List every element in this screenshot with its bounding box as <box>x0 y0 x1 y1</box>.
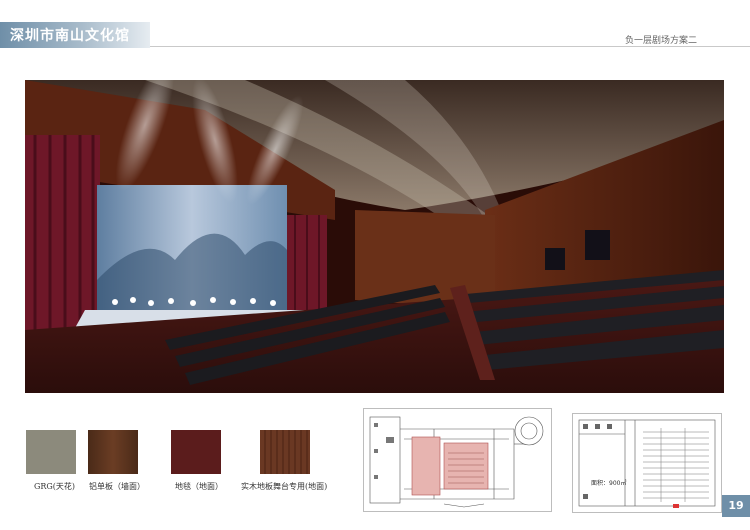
area-label: 面积：900㎡ <box>591 480 627 487</box>
theater-rendering <box>25 80 724 393</box>
material-swatch-aluminum <box>88 430 138 474</box>
material-label-carpet: 地毯（地面） <box>175 482 223 491</box>
floor-plan-overview-drawing <box>369 416 544 508</box>
theater-seating-plan-drawing <box>578 419 716 508</box>
theater-seating-plan <box>572 413 722 513</box>
page-subtitle: 负一层剧场方案二 <box>625 36 698 46</box>
material-swatch-grg <box>26 430 76 474</box>
floor-plan-overview <box>363 408 552 512</box>
material-swatch-wood-floor <box>260 430 310 474</box>
page-number: 19 <box>722 495 750 517</box>
page-title: 深圳市南山文化馆 <box>10 28 130 44</box>
material-swatch-carpet <box>171 430 221 474</box>
header-divider <box>150 46 750 47</box>
theater-rendering-image <box>25 80 724 393</box>
material-label-grg: GRG(天花) <box>34 482 76 491</box>
material-label-aluminum: 铝单板（墙面） <box>89 482 145 491</box>
material-label-wood-floor: 实木地板舞台专用(地面) <box>241 482 328 491</box>
